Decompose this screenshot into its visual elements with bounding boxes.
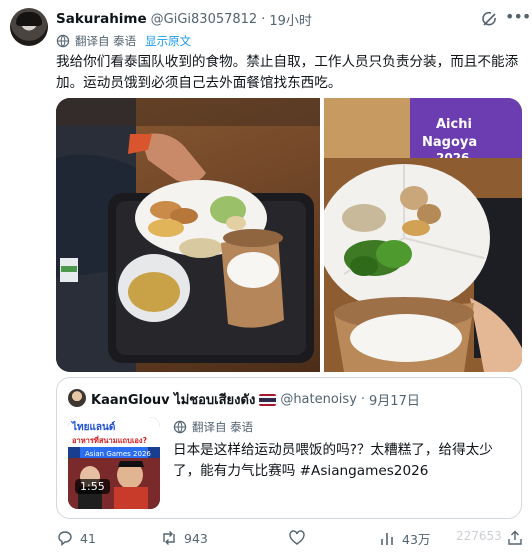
- food-tray-illustration: [56, 98, 320, 372]
- quoted-author-name[interactable]: KaanGlouv ไม่ชอบเสียงดัง: [91, 389, 255, 410]
- video-thumbnail-illustration: ไทยแลนด์ อาหารที่สนามแถบเอง? Asian Games…: [68, 417, 160, 509]
- author-handle[interactable]: @GiGi83057812: [151, 12, 258, 27]
- reply-count: 41: [80, 530, 96, 546]
- views-chart-icon: [381, 532, 393, 545]
- sign-text-2: Nagoya: [422, 135, 477, 150]
- author-name[interactable]: Sakurahime: [56, 11, 147, 27]
- food-tray-photo[interactable]: [56, 98, 320, 372]
- quoted-tweet-text: 日本是这样给运动员喂饭的吗?？太糟糕了，给得太少了，能有力气比赛吗 #Asian…: [173, 442, 493, 479]
- quoted-author-handle[interactable]: @hatenoisy: [280, 392, 357, 407]
- media-grid: Aichi Nagoya 2026: [56, 98, 522, 372]
- reply-button[interactable]: 41: [56, 529, 96, 547]
- quoted-author-avatar[interactable]: [68, 389, 86, 407]
- tweet-header: Sakurahime @GiGi83057812 · 19小时: [56, 10, 312, 29]
- quoted-post-time[interactable]: 9月17日: [369, 390, 420, 409]
- action-bar: 41 943 43万 227653: [56, 529, 526, 549]
- quoted-video-thumbnail[interactable]: ไทยแลนด์ อาหารที่สนามแถบเอง? Asian Games…: [68, 417, 160, 509]
- thumb-subtitle: อาหารที่สนามแถบเอง?: [72, 434, 147, 445]
- separator-dot: ·: [360, 392, 366, 407]
- tweet: Sakurahime @GiGi83057812 · 19小时 ••• 翻译自 …: [0, 0, 532, 554]
- share-icon: [508, 530, 522, 545]
- food-plate-photo[interactable]: Aichi Nagoya 2026: [324, 98, 522, 372]
- video-duration-badge-overlay: 1:55: [75, 479, 110, 494]
- show-original-link[interactable]: 显示原文: [145, 33, 191, 49]
- quoted-translation-bar: 翻译自 泰语: [173, 419, 253, 435]
- like-button[interactable]: [288, 529, 312, 547]
- repost-count: 943: [184, 530, 208, 546]
- food-plate-illustration: Aichi Nagoya 2026: [324, 98, 522, 372]
- post-time[interactable]: 19小时: [269, 10, 312, 29]
- translate-icon: [173, 420, 187, 434]
- thumb-title: ไทยแลนด์: [71, 420, 115, 433]
- thumb-banner: Asian Games 2026: [85, 450, 151, 458]
- share-button[interactable]: [506, 529, 524, 547]
- views-count: 43万: [402, 532, 431, 547]
- quoted-tweet[interactable]: KaanGlouv ไม่ชอบเสียงดัง @hatenoisy · 9月…: [56, 377, 522, 519]
- repost-icon: [163, 531, 175, 545]
- translated-from-label: 翻译自 泰语: [75, 34, 137, 48]
- more-options-icon[interactable]: •••: [505, 9, 531, 29]
- translate-icon: [56, 34, 70, 48]
- tweet-text: 我给你们看泰国队收到的食物。禁止自取，工作人员只负责分装，而且不能添加。运动员饿…: [56, 54, 519, 91]
- grok-icon[interactable]: [480, 9, 500, 29]
- heart-icon: [289, 530, 305, 545]
- reply-icon: [58, 531, 72, 546]
- watermark-text: 227653: [456, 529, 502, 543]
- separator-dot: ·: [261, 11, 266, 27]
- sign-text: Aichi: [436, 117, 472, 132]
- quoted-translated-from-label: 翻译自 泰语: [192, 420, 254, 434]
- repost-button[interactable]: 943: [160, 529, 208, 547]
- video-duration: 1:55: [80, 480, 105, 493]
- views-button[interactable]: 43万: [378, 529, 430, 548]
- quoted-tweet-header: KaanGlouv ไม่ชอบเสียงดัง @hatenoisy · 9月…: [91, 389, 420, 410]
- thailand-flag-icon: [259, 393, 277, 406]
- translation-bar: 翻译自 泰语 显示原文: [56, 33, 191, 49]
- author-avatar[interactable]: [10, 8, 48, 46]
